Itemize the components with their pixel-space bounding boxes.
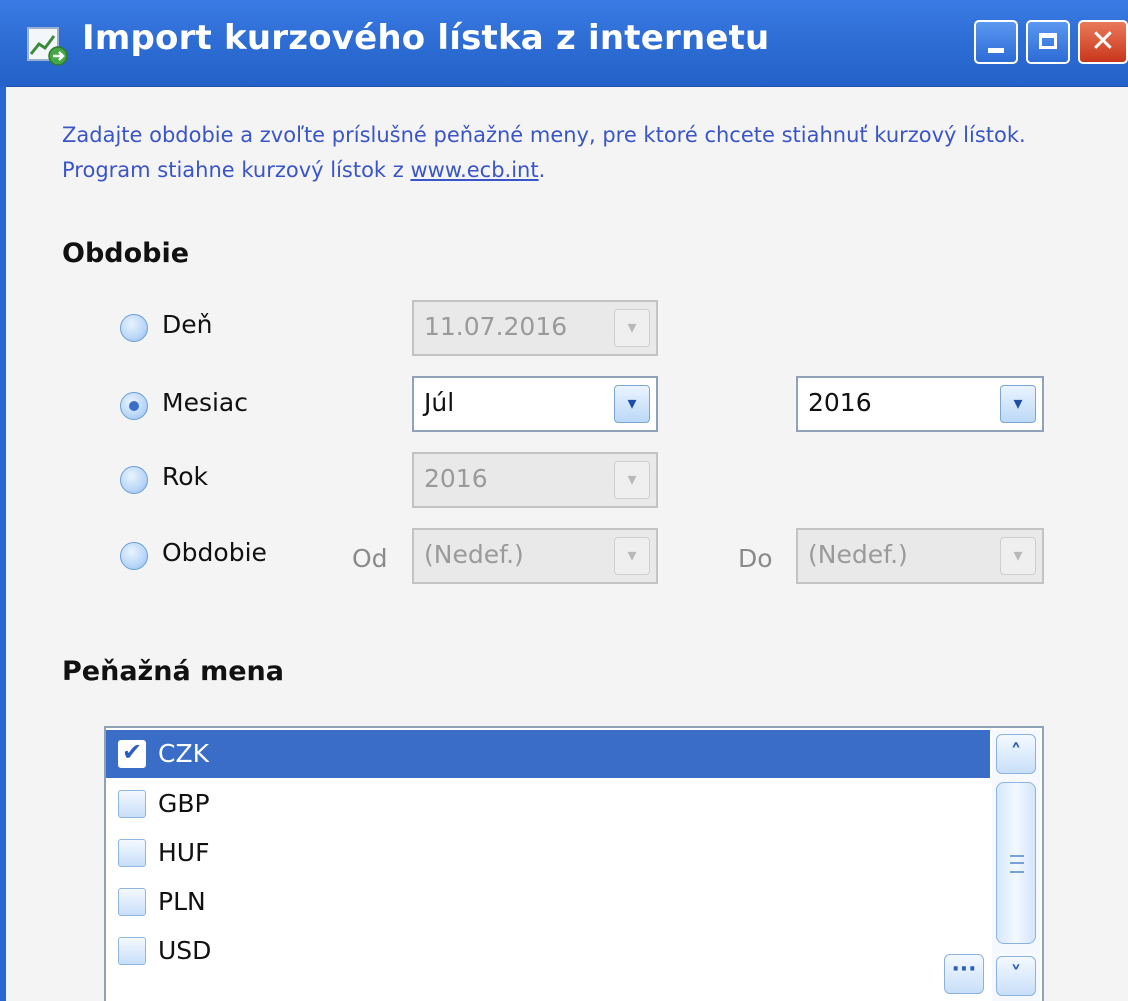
checkbox-czk[interactable]: ✔ xyxy=(118,738,146,768)
list-item-label: PLN xyxy=(158,887,206,916)
radio-den-label: Deň xyxy=(162,310,213,339)
chevron-down-icon: ˅ xyxy=(1010,963,1022,988)
radio-rok[interactable] xyxy=(120,466,148,494)
chevron-down-icon[interactable]: ▾ xyxy=(1000,385,1036,423)
from-date-value: (Nedef.) xyxy=(424,540,524,569)
radio-mesiac[interactable] xyxy=(120,392,148,420)
list-scrollbar[interactable]: ˄ ˅ xyxy=(992,730,1040,1001)
period-heading: Obdobie xyxy=(62,238,190,269)
chevron-down-icon[interactable]: ▾ xyxy=(614,309,650,347)
checkbox-gbp[interactable] xyxy=(118,790,146,818)
scroll-down-button[interactable]: ˅ xyxy=(996,956,1036,996)
instructions-text: Zadajte obdobie a zvoľte príslušné peňaž… xyxy=(62,118,1102,188)
minimize-icon xyxy=(988,48,1004,53)
more-options-button[interactable]: ··· xyxy=(944,954,984,994)
from-label: Od xyxy=(352,544,388,573)
checkbox-pln[interactable] xyxy=(118,888,146,916)
dialog-window: Import kurzového lístka z internetu ✕ Za… xyxy=(0,0,1128,1001)
scroll-thumb[interactable] xyxy=(996,782,1036,944)
minimize-button[interactable] xyxy=(974,20,1018,64)
from-date-picker[interactable]: (Nedef.) ▾ xyxy=(412,528,658,584)
radio-obdobie-label: Obdobie xyxy=(162,538,267,567)
list-item-usd[interactable]: USD xyxy=(106,927,990,975)
checkbox-huf[interactable] xyxy=(118,839,146,867)
to-date-value: (Nedef.) xyxy=(808,540,908,569)
chevron-down-icon[interactable]: ▾ xyxy=(614,385,650,423)
month-year-select[interactable]: 2016 ▾ xyxy=(796,376,1044,432)
close-button[interactable]: ✕ xyxy=(1078,20,1128,64)
list-item-czk[interactable]: ✔ CZK xyxy=(106,730,990,778)
window-left-border xyxy=(0,86,6,1001)
month-year-value: 2016 xyxy=(808,388,872,417)
maximize-icon xyxy=(1039,33,1057,49)
maximize-button[interactable] xyxy=(1026,20,1070,64)
radio-obdobie[interactable] xyxy=(120,542,148,570)
import-chart-icon xyxy=(27,27,68,66)
to-label: Do xyxy=(738,544,773,573)
window-title: Import kurzového lístka z internetu xyxy=(82,18,770,58)
chevron-down-icon[interactable]: ▾ xyxy=(614,461,650,499)
list-item-gbp[interactable]: GBP xyxy=(106,780,990,828)
checkbox-usd[interactable] xyxy=(118,937,146,965)
list-item-huf[interactable]: HUF xyxy=(106,829,990,877)
chevron-up-icon: ˄ xyxy=(1010,741,1022,766)
close-icon: ✕ xyxy=(1090,24,1116,59)
title-bar[interactable]: Import kurzového lístka z internetu ✕ xyxy=(0,0,1128,87)
to-date-picker[interactable]: (Nedef.) ▾ xyxy=(796,528,1044,584)
grip-icon xyxy=(1010,855,1024,873)
chevron-down-icon[interactable]: ▾ xyxy=(614,537,650,575)
list-item-label: GBP xyxy=(158,789,210,818)
checkmark-icon: ✔ xyxy=(122,738,143,766)
scroll-up-button[interactable]: ˄ xyxy=(996,734,1036,774)
ecb-link[interactable]: www.ecb.int xyxy=(410,158,538,182)
chevron-down-icon[interactable]: ▾ xyxy=(1000,537,1036,575)
radio-rok-label: Rok xyxy=(162,462,209,491)
list-item-pln[interactable]: PLN xyxy=(106,878,990,926)
currency-heading: Peňažná mena xyxy=(62,656,284,687)
currency-list[interactable]: ✔ CZK GBP HUF PLN USD ˄ ˅ xyxy=(104,726,1044,1001)
list-item-label: CZK xyxy=(158,739,209,768)
year-select-value: 2016 xyxy=(424,464,488,493)
day-date-value: 11.07.2016 xyxy=(424,312,568,341)
list-item-label: HUF xyxy=(158,838,210,867)
year-select[interactable]: 2016 ▾ xyxy=(412,452,658,508)
radio-mesiac-label: Mesiac xyxy=(162,388,248,417)
list-item-label: USD xyxy=(158,936,212,965)
instructions-trailing: . xyxy=(538,158,546,182)
month-select[interactable]: Júl ▾ xyxy=(412,376,658,432)
month-select-value: Júl xyxy=(424,388,455,417)
radio-selected-dot xyxy=(129,401,139,411)
radio-den[interactable] xyxy=(120,314,148,342)
day-date-picker[interactable]: 11.07.2016 ▾ xyxy=(412,300,658,356)
